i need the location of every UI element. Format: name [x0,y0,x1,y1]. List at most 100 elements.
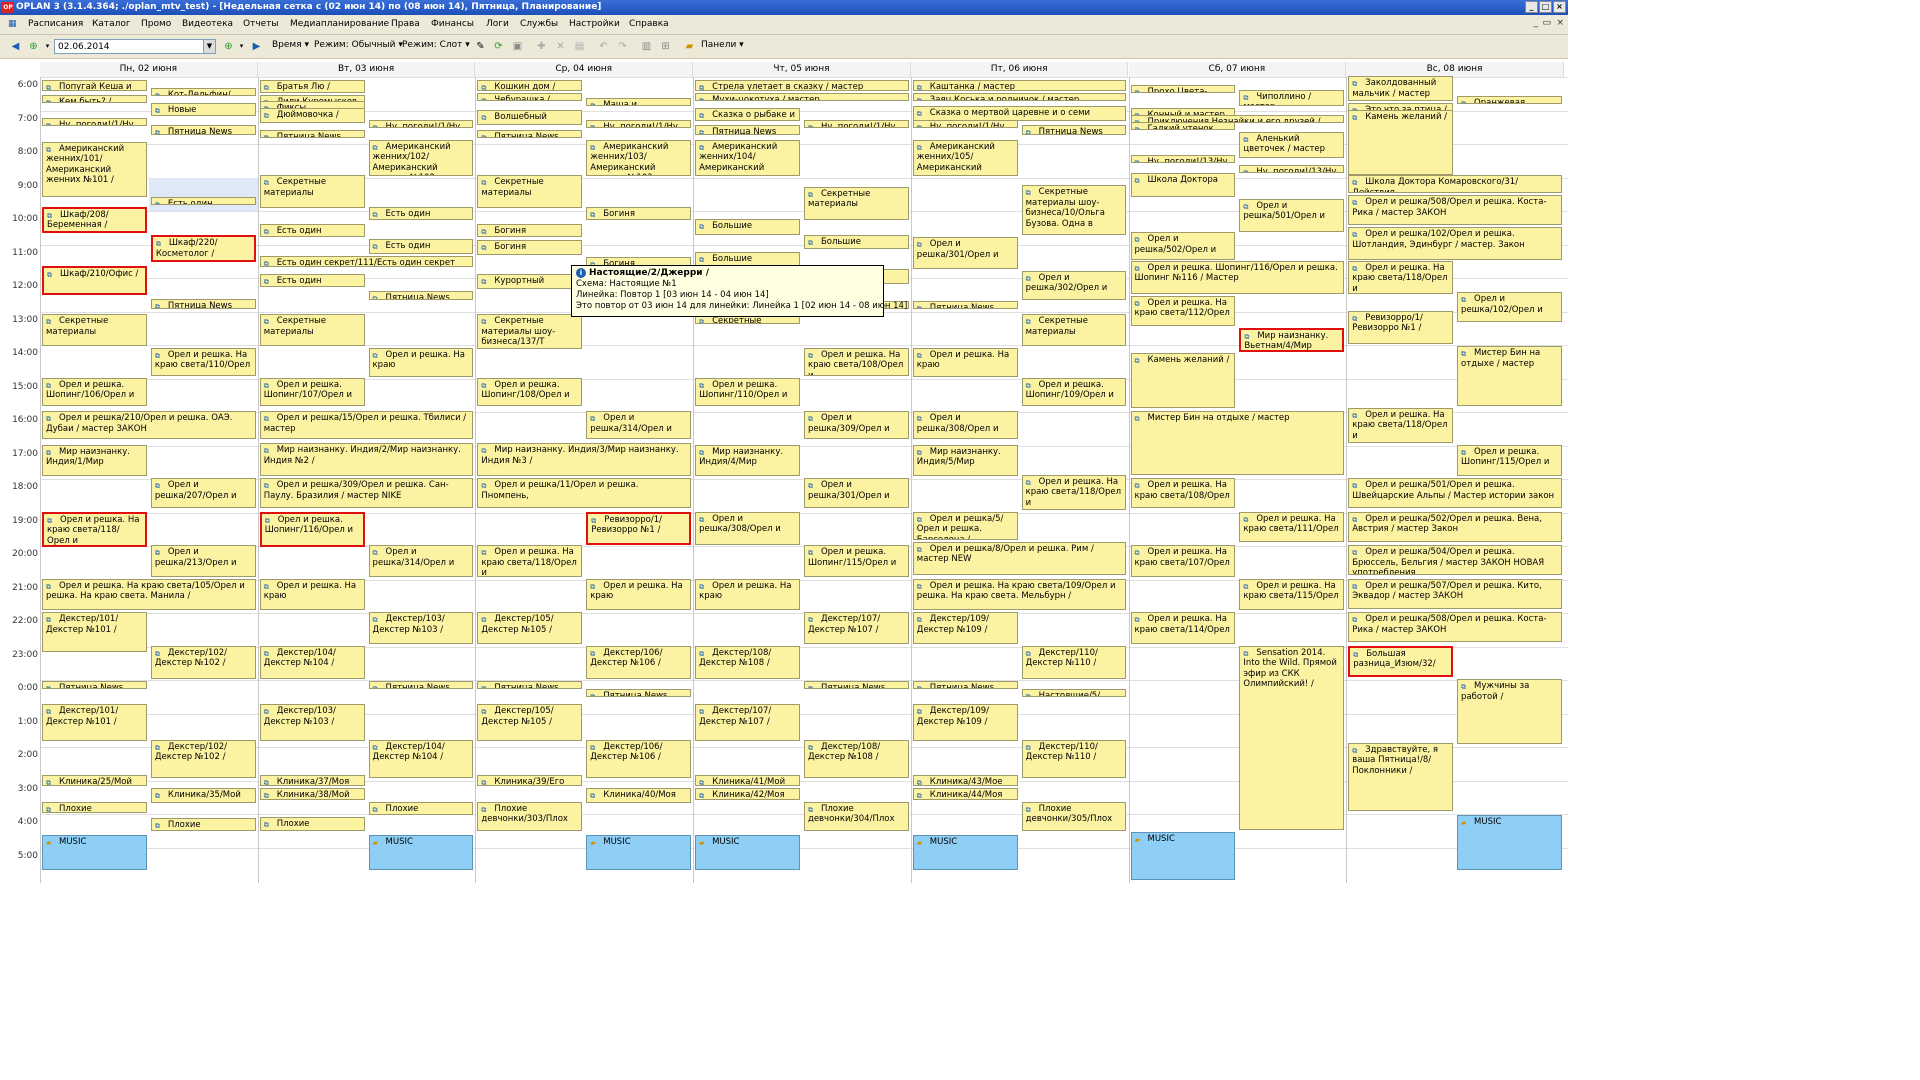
menu-item[interactable]: Финансы [431,19,474,29]
program-block[interactable]: ⧉ Есть один секрет/111/Есть один секрет [259,255,474,267]
program-block[interactable]: ⧉ Секретные материалы [259,175,365,209]
program-block[interactable]: ⧉ Пятница News [477,129,583,138]
program-block[interactable]: ⧉ Орел и решка/11/Орел и решка. Пномпень, [477,478,692,509]
program-block[interactable]: ⧉ Орел и решка/213/Орел и [150,545,256,577]
program-block[interactable]: ⧉ Ну, погоди!/13/Ну [1239,165,1345,174]
day-header[interactable]: Вт, 03 июня [257,62,476,77]
program-block[interactable]: ⧉ Секретные материалы [803,186,909,221]
program-block[interactable]: ⧉ Стрела улетает в сказку / мастер [695,79,909,92]
program-block[interactable]: ⧉ Попугай Кеша и [42,79,147,92]
program-block[interactable]: ⧉ Секретные материалы [259,314,365,346]
program-block[interactable]: ⧉ Плохие [259,816,365,832]
program-block[interactable]: ⧉ Орел и решка. На краю [695,578,800,611]
program-block[interactable]: ⧉ Пятница News [368,290,474,301]
program-block[interactable]: ⧉ Мистер Бин на отдыхе / мастер [1130,411,1345,475]
program-block[interactable]: ⧉ Ревизорро/1/Ревизорро №1 / [586,511,692,545]
program-block[interactable]: ⧉ Орел и решка/501/Орел и решка. Швейцарс… [1348,478,1562,509]
program-block[interactable]: ⧉ Ну, погоди!/1/Ну [803,119,909,128]
program-block[interactable]: ⧉ Школа Доктора [1130,173,1236,197]
program-block[interactable]: ⧉ Клиника/39/Его [477,774,583,787]
program-block[interactable]: ⧉ Пятница News [912,681,1018,690]
program-block[interactable]: ⧉ Орел и решка. На краю света/118/Орел и [1348,407,1454,443]
program-block[interactable]: ⧉ Орел и решка. На краю [912,347,1018,378]
program-block[interactable]: ⧉ Богиня [477,223,583,237]
move-icon[interactable]: ✚ [535,40,548,53]
redo-icon[interactable]: ↷ [616,40,629,53]
next-arrow-icon[interactable]: ▶ [250,40,263,53]
program-block[interactable]: ⧉ Орел и решка. На краю света/108/Орел и [803,347,909,376]
program-block[interactable]: ⧉ Мистер Бин на отдыхе / мастер [1457,346,1562,406]
program-block[interactable]: ⧉ Орел и решка/102/Орел и [1457,292,1562,323]
program-block[interactable]: ⧉ Орел и решка/309/Орел и решка. Сан-Паул… [259,478,474,509]
program-block[interactable]: ⧉ Пятница News [477,681,583,690]
program-block[interactable]: ⧉ Декстер/106/Декстер №106 / [586,645,692,679]
refresh-icon[interactable]: ⟳ [492,40,505,53]
program-block[interactable]: ⧉ Ну, погоди!/1/Ну [586,119,692,128]
program-block[interactable]: ⧉ Мужчины за работой / [1457,679,1562,745]
panels-menu[interactable]: Панели ▾ [701,40,744,50]
program-block[interactable]: ⧉ Мир наизнанку. Индия/2/Мир наизнанку. И… [259,443,474,477]
program-block[interactable]: ⧉ Большие [695,218,800,236]
program-block[interactable]: ⧉ Пятница News [150,124,256,135]
mode-slot-menu[interactable]: Режим: Слот ▾ [402,40,470,50]
program-block[interactable]: ⧉ Орел и решка/308/Орел и [912,411,1018,440]
program-block[interactable]: ⧉ Гадкий утенок [1130,121,1236,130]
program-block[interactable]: ⧉ Клиника/37/Моя [259,774,365,787]
program-block[interactable]: ⧉ Клиника/43/Мое [912,774,1018,787]
time-menu[interactable]: Время ▾ [272,40,309,50]
program-block[interactable]: ⧉ Орел и решка. Шопинг/116/Орел и [259,511,365,547]
program-block[interactable]: ⧉ Декстер/109/Декстер №109 / [912,704,1018,741]
program-block[interactable]: ⧉ Декстер/108/Декстер №108 / [803,739,909,778]
program-block[interactable]: ⧉ Клиника/40/Моя [586,788,692,803]
program-block[interactable]: ⧉ Орел и решка/8/Орел и решка. Рим / маст… [912,541,1127,576]
maximize-button[interactable]: □ [1539,1,1552,13]
music-block[interactable]: ▰ MUSIC [368,835,474,870]
block-icon[interactable]: ▤ [573,40,586,53]
app-menu-icon[interactable]: ▦ [8,19,17,29]
program-block[interactable]: ⧉ Мир наизнанку. Индия/4/Мир [695,444,800,477]
program-block[interactable]: ⧉ Кот-Дельфин/Люби [150,88,256,97]
program-block[interactable]: ⧉ Орел и решка. На краю света/118/Орел и [42,511,147,547]
program-block[interactable]: ⧉ Есть один [259,223,365,237]
program-block[interactable]: ⧉ Орел и решка. Шопинг/110/Орел и [695,377,800,406]
program-block[interactable]: ⧉ Орел и решка/210/Орел и решка. ОАЭ. Дуб… [42,411,256,440]
program-block[interactable]: ⧉ Секретные материалы [477,175,583,209]
program-block[interactable]: ⧉ Кошкин дом / [477,79,583,92]
program-block[interactable]: ⧉ Клиника/25/Мой [42,774,147,787]
dropdown-small-icon[interactable]: ▾ [41,40,54,53]
program-block[interactable]: ⧉ Секретные материалы [42,314,147,346]
add-green-icon[interactable]: ⊕ [27,40,40,53]
program-block[interactable]: ⧉ Орел и решка/502/Орел и решка. Вена, Ав… [1348,511,1562,542]
menu-item[interactable]: Расписания [28,19,83,29]
program-block[interactable]: ⧉ Есть один [150,196,256,205]
day-header[interactable]: Чт, 05 июня [693,62,911,77]
program-block[interactable]: ⧉ Орел и решка. Шопинг/106/Орел и [42,377,147,406]
program-block[interactable]: ⧉Оранжевая корова [1457,96,1562,105]
program-block[interactable]: ⧉ Пятница News [42,681,147,690]
mdi-close-icon[interactable]: × [1556,18,1564,28]
program-block[interactable]: ⧉ Орел и решка/504/Орел и решка. Брюссель… [1348,545,1562,576]
program-block[interactable]: ⧉ Орел и решка. На краю света/118/Орел и [477,545,583,577]
program-block[interactable]: ⧉ Орел и решка/207/Орел и [150,478,256,509]
program-block[interactable]: ⧉ Орел и решка/508/Орел и решка. Коста-Ри… [1348,612,1562,643]
delete-icon[interactable]: ✕ [554,40,567,53]
program-block[interactable]: ⧉ Братья Лю / [259,79,365,93]
program-block[interactable]: ⧉ Орел и решка. На краю света/108/Орел [1130,478,1236,509]
day-header[interactable]: Пн, 02 июня [40,62,258,77]
program-block[interactable]: ⧉ Есть один [368,206,474,221]
program-block[interactable]: ⧉ Плохие [42,801,147,813]
save-icon[interactable]: ▣ [511,40,524,53]
program-block[interactable]: ⧉ Клиника/41/Мой [695,774,800,787]
program-block[interactable]: ⧉ Орел и решка/102/Орел и решка. Шотланди… [1348,227,1562,261]
menu-item[interactable]: Медиапланирование [290,19,389,29]
program-block[interactable]: ⧉ Орел и решка. На краю света/105/Орел и … [42,578,256,611]
program-block[interactable]: ⧉ Орел и решка. На краю [368,347,474,378]
program-block[interactable]: ⧉ Мир наизнанку. Вьетнам/4/Мир [1239,327,1345,353]
prev-arrow-icon[interactable]: ◀ [9,40,22,53]
program-block[interactable]: ⧉ Орел и решка. На краю света/109/Орел и … [912,578,1127,611]
program-block[interactable]: ⧉ Камень желаний / [1130,352,1236,408]
menu-item[interactable]: Промо [141,19,171,29]
music-block[interactable]: ▰ MUSIC [1130,831,1236,880]
program-block[interactable]: ⧉ Пятница News [695,124,800,135]
close-button[interactable]: × [1553,1,1566,13]
